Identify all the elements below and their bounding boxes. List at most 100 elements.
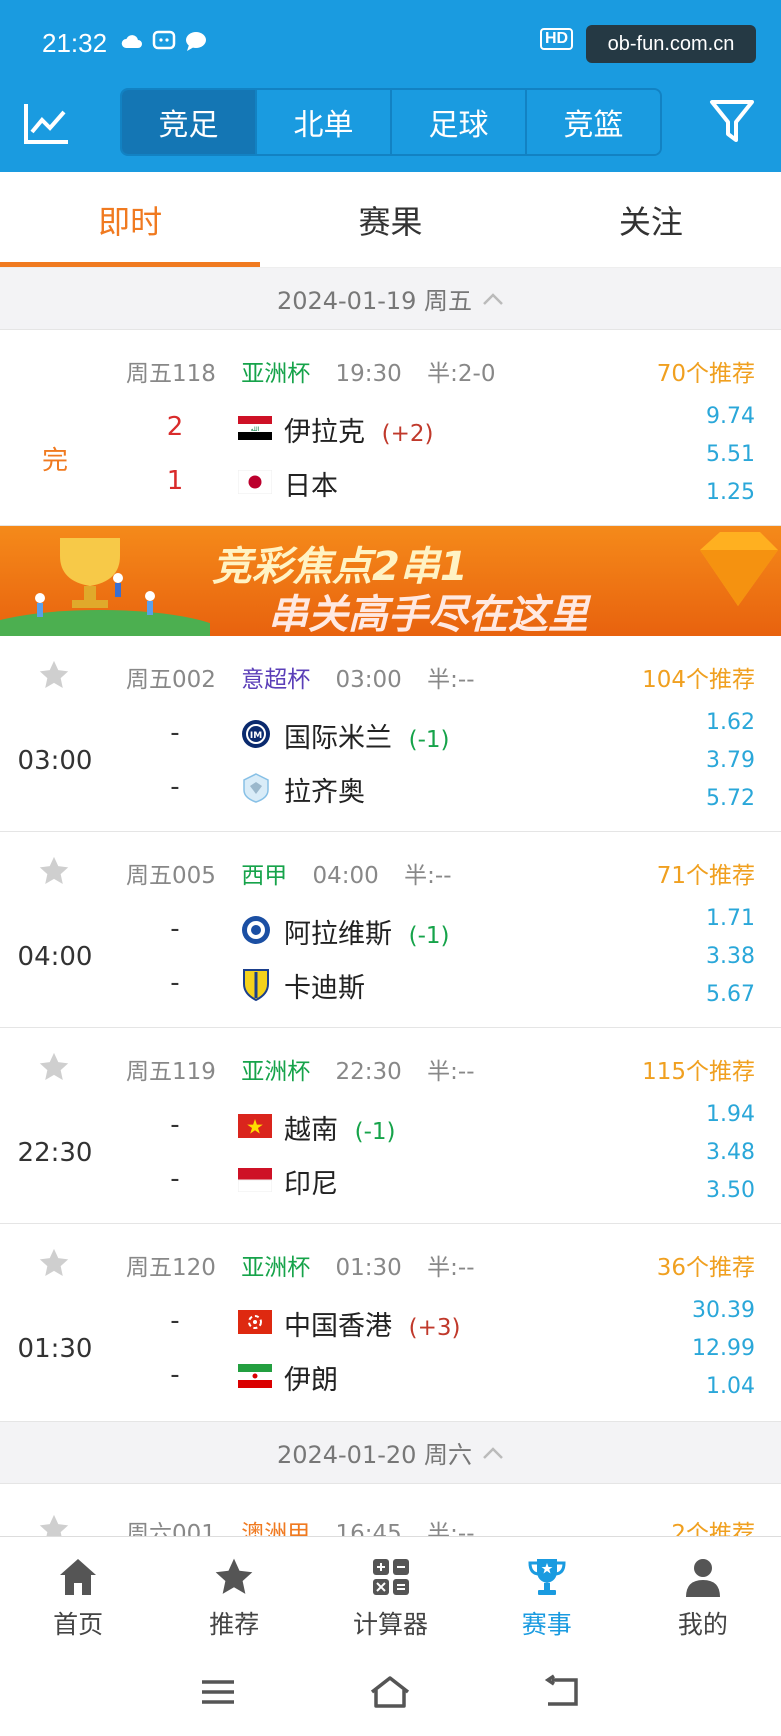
away-team-name: 印尼 bbox=[284, 1169, 338, 1200]
chevron-up-icon bbox=[483, 1446, 503, 1459]
recommend-count[interactable]: 71个推荐 bbox=[657, 856, 755, 890]
match-row[interactable]: 周六001 澳洲甲 16:45 半:-- 2个推荐 bbox=[0, 1484, 781, 1536]
system-nav-bar bbox=[0, 1646, 781, 1736]
date-header[interactable]: 2024-01-19 周五 bbox=[0, 268, 781, 330]
odds-win: 9.74 bbox=[706, 404, 755, 429]
match-time: 01:30 bbox=[17, 1334, 93, 1364]
kickoff-time: 01:30 bbox=[335, 1255, 402, 1281]
league-name: 亚洲杯 bbox=[241, 1059, 311, 1085]
match-info: 周五120 亚洲杯 01:30 半:-- bbox=[126, 1248, 493, 1282]
segment-beidan[interactable]: 北单 bbox=[257, 90, 392, 154]
star-icon[interactable] bbox=[36, 1512, 72, 1536]
back-icon[interactable] bbox=[540, 1674, 584, 1710]
handicap: (-1) bbox=[408, 727, 450, 753]
star-icon[interactable] bbox=[36, 1050, 72, 1084]
tab-following[interactable]: 关注 bbox=[521, 172, 781, 267]
match-code: 周五120 bbox=[126, 1255, 216, 1281]
date-label: 2024-01-19 周五 bbox=[276, 287, 473, 315]
recommend-count[interactable]: 104个推荐 bbox=[642, 660, 755, 694]
home-score: 2 bbox=[166, 412, 184, 442]
home-score: - bbox=[170, 914, 180, 944]
match-info: 周五118 亚洲杯 19:30 半:2-0 bbox=[126, 354, 513, 388]
home-team-name: 国际米兰 bbox=[284, 723, 392, 754]
japan-flag-icon bbox=[238, 470, 272, 494]
recommend-count[interactable]: 70个推荐 bbox=[657, 354, 755, 388]
bottom-nav-label: 推荐 bbox=[209, 1610, 260, 1639]
half-score: 半:-- bbox=[427, 667, 475, 693]
bottom-nav-label: 赛事 bbox=[521, 1610, 572, 1639]
match-row[interactable]: 22:30 周五119 亚洲杯 22:30 半:-- 115个推荐 - 越南 (… bbox=[0, 1028, 781, 1224]
home-team-name: 中国香港 bbox=[284, 1311, 392, 1342]
home-team-name: 阿拉维斯 bbox=[284, 919, 392, 950]
bottom-nav-calculator[interactable]: 计算器 bbox=[312, 1537, 468, 1646]
app-header: 21:32 HD ob-fun.com.cn 竞足 北单 足球 竞篮 bbox=[0, 0, 781, 172]
odds-draw: 3.79 bbox=[706, 748, 755, 773]
home-team: 伊拉克 (+2) bbox=[284, 410, 433, 449]
bottom-nav-recommend[interactable]: 推荐 bbox=[156, 1537, 312, 1646]
league-name: 亚洲杯 bbox=[241, 361, 311, 387]
odds-draw: 3.38 bbox=[706, 944, 755, 969]
segment-jinglan[interactable]: 竞篮 bbox=[527, 90, 660, 154]
match-row[interactable]: 01:30 周五120 亚洲杯 01:30 半:-- 36个推荐 - 中国香港 … bbox=[0, 1224, 781, 1422]
bottom-nav-profile[interactable]: 我的 bbox=[625, 1537, 781, 1646]
chat-bubble-icon bbox=[186, 32, 206, 51]
star-icon[interactable] bbox=[36, 854, 72, 888]
hd-badge: HD bbox=[540, 28, 574, 50]
trend-chart-icon[interactable] bbox=[22, 100, 72, 146]
iraq-flag-icon: الله bbox=[238, 416, 272, 440]
recommend-count[interactable]: 2个推荐 bbox=[671, 1514, 755, 1536]
watermark: ob-fun.com.cn bbox=[586, 25, 756, 63]
home-team: 阿拉维斯 (-1) bbox=[284, 912, 449, 951]
tab-live[interactable]: 即时 bbox=[0, 172, 261, 267]
home-icon bbox=[60, 1559, 97, 1595]
promo-banner[interactable]: 竞彩焦点2串1 串关高手尽在这里 bbox=[0, 526, 781, 636]
league-name: 亚洲杯 bbox=[241, 1255, 311, 1281]
bottom-nav-label: 我的 bbox=[677, 1610, 728, 1639]
league-name: 意超杯 bbox=[241, 667, 311, 693]
bottom-nav-events[interactable]: 赛事 bbox=[469, 1537, 625, 1646]
bottom-nav-label: 计算器 bbox=[353, 1610, 429, 1639]
message-icon bbox=[152, 30, 176, 50]
match-row[interactable]: 03:00 周五002 意超杯 03:00 半:-- 104个推荐 - IM 国… bbox=[0, 636, 781, 832]
segment-football[interactable]: 足球 bbox=[392, 90, 527, 154]
segment-jingzu[interactable]: 竞足 bbox=[122, 90, 257, 154]
away-team: 卡迪斯 bbox=[284, 966, 365, 1005]
status-time: 21:32 bbox=[42, 28, 108, 58]
banner-subtitle: 串关高手尽在这里 bbox=[268, 592, 588, 636]
odds-lose: 1.25 bbox=[706, 480, 755, 505]
date-header[interactable]: 2024-01-20 周六 bbox=[0, 1422, 781, 1484]
diamond-icon bbox=[700, 532, 778, 606]
recommend-count[interactable]: 36个推荐 bbox=[657, 1248, 755, 1282]
star-icon[interactable] bbox=[36, 1246, 72, 1280]
home-score: - bbox=[170, 718, 180, 748]
tab-results[interactable]: 赛果 bbox=[260, 172, 520, 267]
recommend-count[interactable]: 115个推荐 bbox=[642, 1052, 755, 1086]
away-team: 伊朗 bbox=[284, 1358, 338, 1397]
match-row[interactable]: 04:00 周五005 西甲 04:00 半:-- 71个推荐 - 阿拉维斯 (… bbox=[0, 832, 781, 1028]
kickoff-time: 22:30 bbox=[335, 1059, 402, 1085]
cloud-icon bbox=[121, 35, 142, 48]
handicap: (-1) bbox=[408, 923, 450, 949]
home-score: - bbox=[170, 1110, 180, 1140]
indonesia-flag-icon bbox=[238, 1168, 272, 1192]
match-row[interactable]: 完 周五118 亚洲杯 19:30 半:2-0 70个推荐 2 الله 伊拉克… bbox=[0, 330, 781, 526]
status-bar: 21:32 HD ob-fun.com.cn bbox=[0, 0, 781, 84]
kickoff-time: 16:45 bbox=[335, 1521, 402, 1536]
half-score: 半:-- bbox=[427, 1059, 475, 1085]
away-team: 日本 bbox=[284, 464, 338, 503]
half-score: 半:-- bbox=[427, 1255, 475, 1281]
menu-icon[interactable] bbox=[196, 1674, 240, 1710]
away-team-name: 拉齐奥 bbox=[284, 777, 365, 808]
sport-segment-control: 竞足 北单 足球 竞篮 bbox=[120, 88, 662, 156]
cadiz-logo-icon bbox=[243, 969, 269, 1002]
hong-kong-flag-icon bbox=[238, 1310, 272, 1334]
filter-icon[interactable] bbox=[708, 96, 756, 146]
home-team-name: 伊拉克 bbox=[284, 417, 365, 448]
star-icon bbox=[215, 1558, 253, 1594]
home-outline-icon[interactable] bbox=[368, 1674, 412, 1710]
home-team: 国际米兰 (-1) bbox=[284, 716, 449, 755]
match-code: 周六001 bbox=[126, 1521, 216, 1536]
star-icon[interactable] bbox=[36, 658, 72, 692]
trophy-icon bbox=[528, 1559, 566, 1595]
bottom-nav-home[interactable]: 首页 bbox=[0, 1537, 156, 1646]
